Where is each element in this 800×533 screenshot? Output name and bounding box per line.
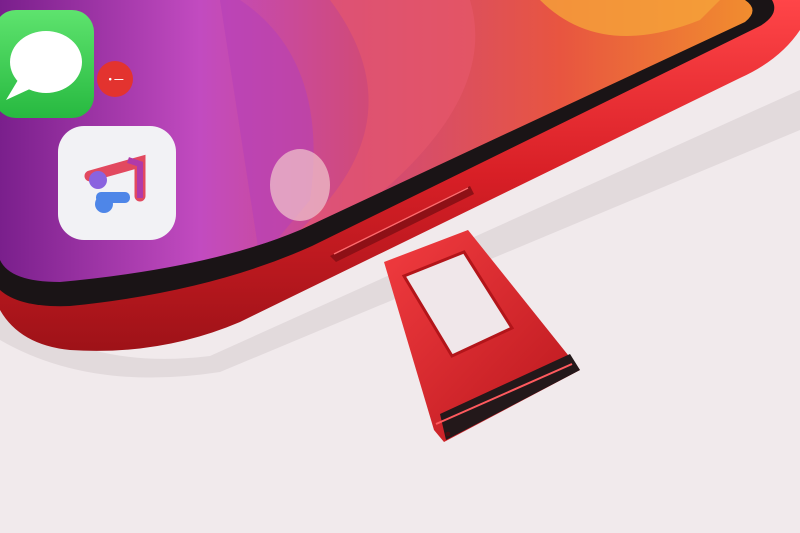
music-icon[interactable] <box>58 126 176 240</box>
sim-tray[interactable] <box>384 230 580 442</box>
badge-count: • — <box>108 74 124 84</box>
photo-scene: • — <box>0 0 800 533</box>
messages-icon[interactable] <box>0 10 94 118</box>
